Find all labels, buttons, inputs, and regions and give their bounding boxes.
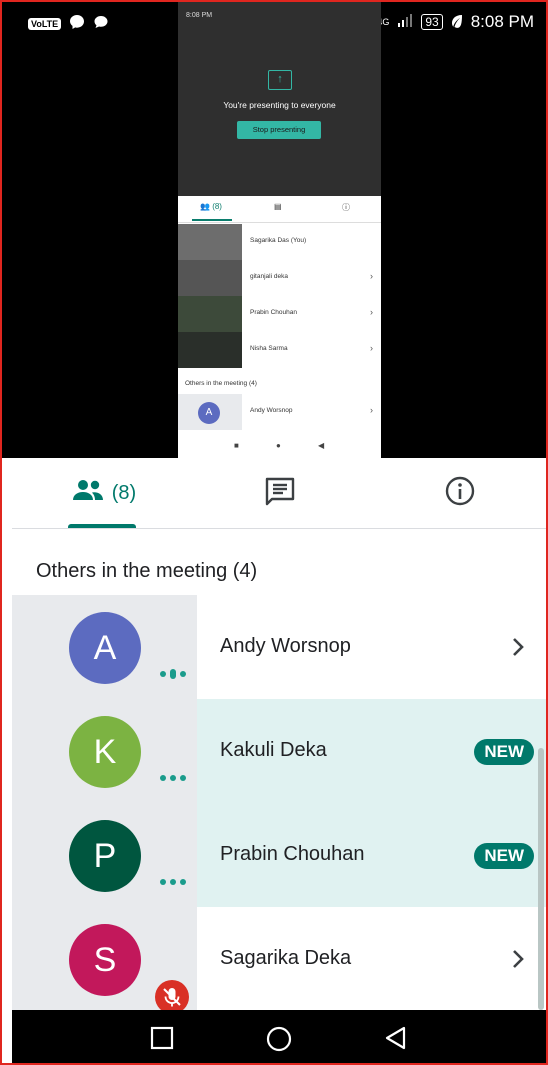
- new-badge: NEW: [474, 843, 534, 869]
- system-navigation-bar: [12, 1010, 546, 1065]
- participant-tile: S: [12, 907, 197, 1014]
- chat-icon: [264, 476, 296, 511]
- triangle-back-icon[interactable]: [384, 1026, 408, 1050]
- volte-icon: VoLTE: [28, 18, 62, 30]
- chat-bubble-icon: [93, 14, 109, 34]
- preview-others-title: Others in the meeting (4): [185, 380, 257, 387]
- audio-dots-icon: [158, 773, 188, 783]
- chevron-right-icon[interactable]: [510, 947, 526, 976]
- avatar: P: [69, 820, 141, 892]
- status-time: 8:08 PM: [470, 12, 534, 31]
- signal-icon: [397, 12, 413, 32]
- mic-off-icon: [155, 980, 189, 1014]
- preview-info-icon: ⓘ: [342, 203, 350, 212]
- preview-back-icon: ◀: [318, 441, 325, 450]
- preview-participant-row: Prabin Chouhan ›: [178, 296, 381, 332]
- square-icon[interactable]: [150, 1026, 174, 1050]
- preview-chevron-icon: ›: [370, 307, 373, 317]
- preview-thumbnail: [178, 224, 242, 260]
- preview-thumbnail: [178, 260, 242, 296]
- preview-participant-row: Sagarika Das (You): [178, 224, 381, 260]
- preview-video-thumbnail: [178, 296, 242, 332]
- preview-people-panel: 👥 (8) ▤ ⓘ Sagarika Das (You) gitanjali d…: [178, 196, 381, 458]
- battery-saver-icon: [451, 14, 463, 31]
- avatar: A: [69, 612, 141, 684]
- messenger-icon: [69, 14, 85, 34]
- tab-chat[interactable]: [260, 458, 300, 528]
- battery-level: 93: [421, 14, 443, 30]
- info-icon: [444, 475, 476, 512]
- preview-participant-row: A Andy Worsnop ›: [178, 394, 381, 430]
- participant-name: Andy Worsnop: [220, 635, 351, 657]
- preview-chevron-icon: ›: [370, 405, 373, 415]
- participant-row[interactable]: K Kakuli Deka NEW: [12, 699, 546, 803]
- preview-chevron-icon: ›: [370, 271, 373, 281]
- shared-screen-thumbnail: 8:08 PM ↑ You're presenting to everyone …: [178, 0, 381, 458]
- preview-avatar: A: [198, 402, 220, 424]
- preview-chat-icon: ▤: [274, 202, 282, 211]
- screen-share-preview-area: VoLTE 4G 93 8:08 PM 8:08 PM ↑ You're pre…: [0, 0, 548, 458]
- participant-name: Prabin Chouhan: [220, 843, 365, 865]
- others-section-title: Others in the meeting (4): [36, 560, 258, 582]
- preview-participant-row: Nisha Sarma ›: [178, 332, 381, 368]
- participant-list: A Andy Worsnop K Kakuli Deka NEW P Prabi…: [12, 595, 546, 1014]
- audio-dots-icon: [158, 877, 188, 887]
- preview-people-tab: 👥 (8): [200, 202, 222, 211]
- participant-tile: P: [12, 803, 197, 907]
- tab-people[interactable]: (8): [64, 458, 144, 528]
- participant-tile: K: [12, 699, 197, 803]
- participant-row[interactable]: S Sagarika Deka: [12, 907, 546, 1014]
- meeting-tab-bar: (8): [12, 458, 546, 529]
- participant-name: Sagarika Deka: [220, 947, 352, 969]
- list-scrollbar[interactable]: [538, 748, 544, 1010]
- participant-tile: A: [12, 595, 197, 699]
- preview-tab-indicator: [192, 219, 232, 221]
- preview-recents-icon: ■: [234, 441, 239, 450]
- people-count: (8): [111, 481, 137, 504]
- chevron-right-icon[interactable]: [510, 635, 526, 664]
- present-screen-icon: ↑: [268, 70, 292, 90]
- preview-nav-bar: ■ ● ◀: [178, 434, 381, 458]
- stop-presenting-button: Stop presenting: [237, 121, 321, 139]
- participant-name: Kakuli Deka: [220, 739, 327, 761]
- people-icon: [72, 479, 104, 507]
- presenting-message: You're presenting to everyone: [223, 100, 336, 110]
- preview-tabs: 👥 (8) ▤ ⓘ: [178, 196, 381, 223]
- participant-row[interactable]: A Andy Worsnop: [12, 595, 546, 699]
- avatar: K: [69, 716, 141, 788]
- tab-info[interactable]: [440, 458, 480, 528]
- active-tab-indicator: [68, 524, 136, 528]
- new-badge: NEW: [474, 739, 534, 765]
- preview-participant-row: gitanjali deka ›: [178, 260, 381, 296]
- avatar: S: [69, 924, 141, 996]
- preview-home-icon: ●: [276, 441, 281, 450]
- speaking-indicator-icon: [158, 669, 188, 679]
- participant-row[interactable]: P Prabin Chouhan NEW: [12, 803, 546, 907]
- preview-video-thumbnail: [178, 332, 242, 368]
- preview-chevron-icon: ›: [370, 343, 373, 353]
- preview-status-bar: 8:08 PM: [186, 12, 213, 19]
- circle-icon[interactable]: [266, 1026, 292, 1052]
